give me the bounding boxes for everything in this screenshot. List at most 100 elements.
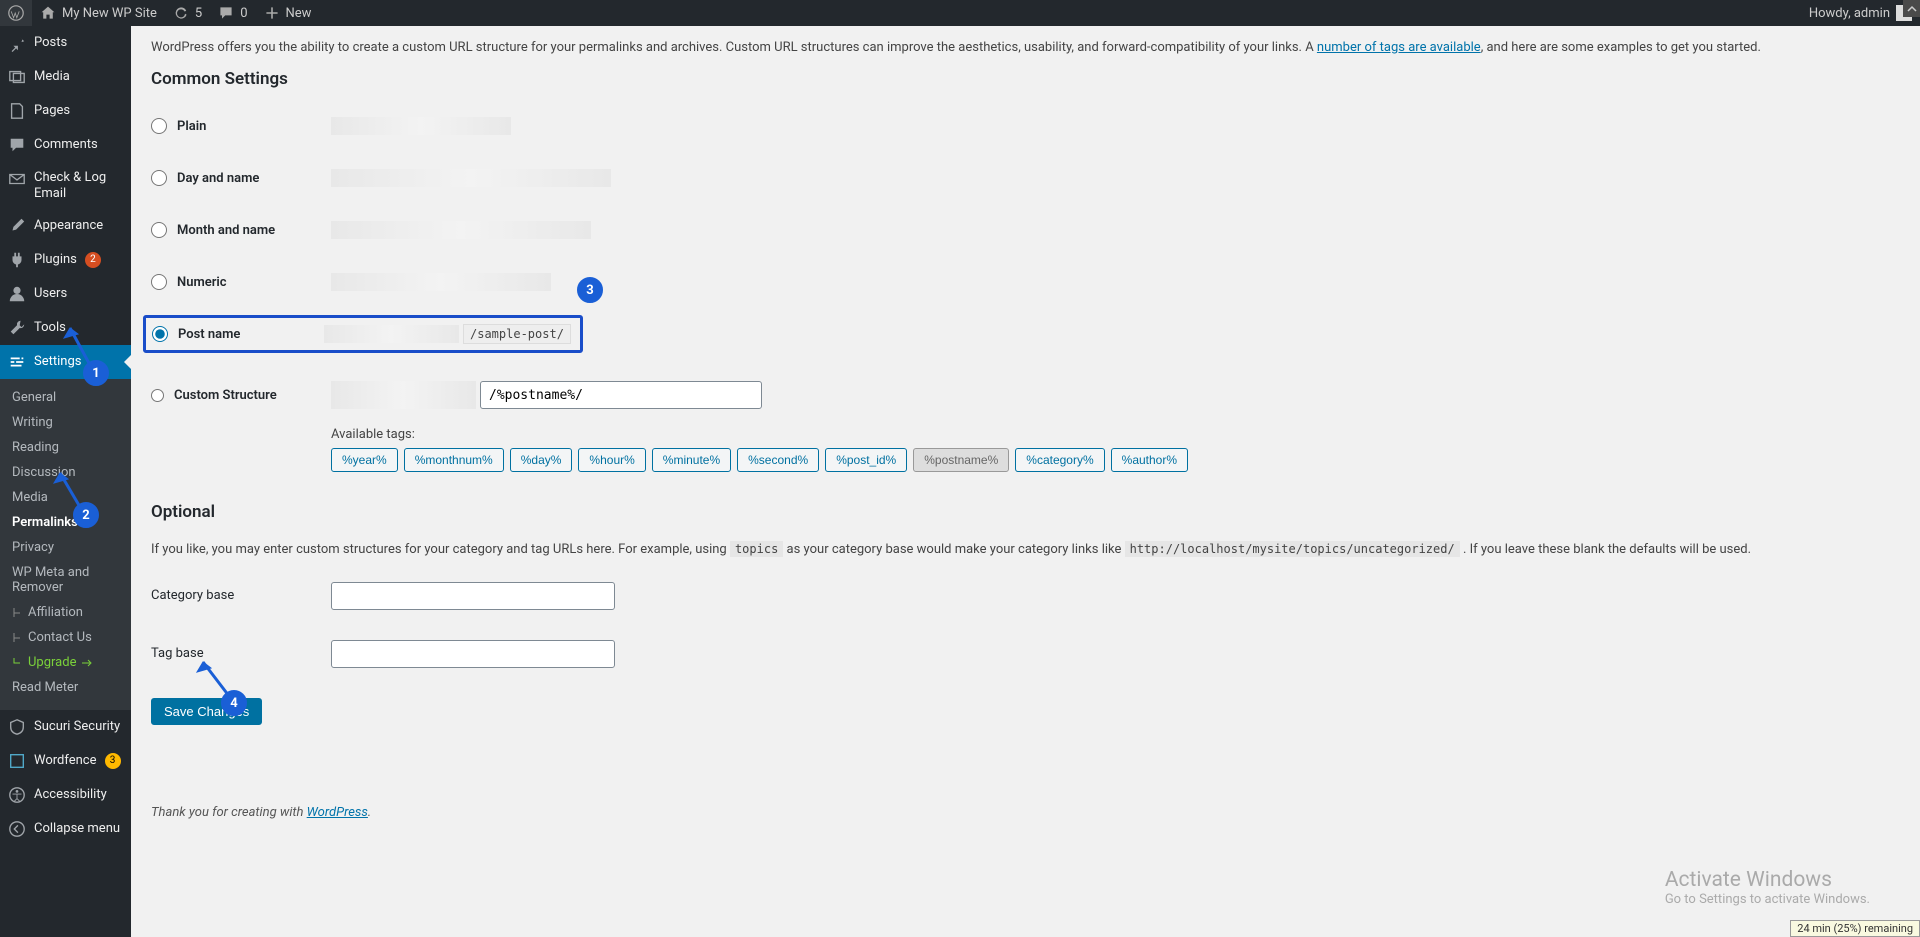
- tag-button[interactable]: %postname%: [913, 448, 1009, 472]
- tag-button[interactable]: %category%: [1015, 448, 1104, 472]
- radio-custom-input[interactable]: [151, 389, 164, 402]
- sub-wpmeta[interactable]: WP Meta and Remover: [0, 560, 131, 600]
- blurred-url: [331, 169, 611, 187]
- code-url: http://localhost/mysite/topics/uncategor…: [1125, 541, 1460, 557]
- admin-bar: My New WP Site 5 0 New Howdy, admin: [0, 0, 1920, 26]
- tag-base-input[interactable]: [331, 640, 615, 668]
- sidebar-item-media[interactable]: Media: [0, 60, 131, 94]
- sliders-icon: [8, 353, 26, 371]
- radio-plain-input[interactable]: [151, 118, 167, 134]
- blurred-url: [324, 325, 459, 343]
- plus-icon: [264, 5, 280, 21]
- intro-link[interactable]: number of tags are available: [1317, 40, 1481, 55]
- perm-option-post-name: Post name /sample-post/: [143, 315, 583, 353]
- category-base-row: Category base: [151, 582, 1900, 610]
- tree-icon: [12, 658, 22, 668]
- blurred-url: [331, 381, 476, 409]
- shield-icon: [8, 718, 26, 736]
- optional-text: If you like, you may enter custom struct…: [151, 540, 1900, 560]
- blurred-url: [331, 117, 511, 135]
- howdy-text: Howdy, admin: [1809, 6, 1890, 21]
- page-icon: [8, 102, 26, 120]
- perm-option-numeric: Numeric: [151, 263, 1900, 315]
- sidebar-item-wordfence[interactable]: Wordfence 3: [0, 744, 131, 778]
- radio-day-name-input[interactable]: [151, 170, 167, 186]
- sub-reading[interactable]: Reading: [0, 435, 131, 460]
- radio-numeric[interactable]: Numeric: [151, 274, 331, 290]
- radio-custom[interactable]: Custom Structure: [151, 388, 331, 403]
- marker-3: 3: [577, 277, 603, 303]
- radio-post-name-input[interactable]: [152, 326, 168, 342]
- tag-button[interactable]: %author%: [1111, 448, 1188, 472]
- sub-readmeter[interactable]: Read Meter: [0, 675, 131, 700]
- sidebar-item-sucuri[interactable]: Sucuri Security: [0, 710, 131, 744]
- sub-permalinks[interactable]: Permalinks: [0, 510, 131, 535]
- perm-option-month-name: Month and name: [151, 211, 1900, 263]
- updates-link[interactable]: 5: [165, 0, 210, 26]
- radio-day-name[interactable]: Day and name: [151, 170, 331, 186]
- tag-button[interactable]: %minute%: [652, 448, 731, 472]
- perm-option-custom: Custom Structure: [151, 371, 1900, 417]
- wordpress-icon: [8, 5, 24, 21]
- collapse-menu[interactable]: Collapse menu: [0, 812, 131, 846]
- category-base-input[interactable]: [331, 582, 615, 610]
- tree-icon: [12, 633, 22, 643]
- marker-4: 4: [221, 690, 247, 716]
- blurred-url: [331, 273, 551, 291]
- scroll-up-icon[interactable]: [1903, 0, 1920, 17]
- intro-text: WordPress offers you the ability to crea…: [151, 40, 1900, 55]
- radio-post-name[interactable]: Post name: [152, 326, 324, 342]
- brush-icon: [8, 217, 26, 235]
- footer-text: Thank you for creating with WordPress.: [151, 805, 1900, 820]
- sidebar-item-pages[interactable]: Pages: [0, 94, 131, 128]
- sub-general[interactable]: General: [0, 385, 131, 410]
- wp-logo[interactable]: [0, 0, 32, 26]
- tag-button[interactable]: %day%: [510, 448, 573, 472]
- tag-button[interactable]: %year%: [331, 448, 398, 472]
- radio-numeric-input[interactable]: [151, 274, 167, 290]
- plug-icon: [8, 251, 26, 269]
- accessibility-icon: [8, 786, 26, 804]
- radio-month-name-input[interactable]: [151, 222, 167, 238]
- sub-affiliation[interactable]: Affiliation: [0, 600, 131, 625]
- sidebar-item-comments[interactable]: Comments: [0, 128, 131, 162]
- sidebar-item-accessibility[interactable]: Accessibility: [0, 778, 131, 812]
- sidebar-item-appearance[interactable]: Appearance: [0, 209, 131, 243]
- sub-privacy[interactable]: Privacy: [0, 535, 131, 560]
- blurred-url: [331, 221, 591, 239]
- custom-structure-input[interactable]: [480, 381, 762, 409]
- site-name-link[interactable]: My New WP Site: [32, 0, 165, 26]
- sidebar-item-posts[interactable]: Posts: [0, 26, 131, 60]
- pin-icon: [8, 34, 26, 52]
- sidebar-item-plugins[interactable]: Plugins 2: [0, 243, 131, 277]
- footer-link[interactable]: WordPress: [307, 805, 368, 820]
- sidebar-item-check-email[interactable]: Check & Log Email: [0, 162, 131, 209]
- sub-contact[interactable]: Contact Us: [0, 625, 131, 650]
- wrench-icon: [8, 319, 26, 337]
- sidebar-item-users[interactable]: Users: [0, 277, 131, 311]
- radio-month-name[interactable]: Month and name: [151, 222, 331, 238]
- plugins-badge: 2: [85, 252, 101, 268]
- radio-plain[interactable]: Plain: [151, 118, 331, 134]
- tag-buttons-row: %year%%monthnum%%day%%hour% %minute%%seco…: [331, 448, 1900, 472]
- new-link[interactable]: New: [256, 0, 320, 26]
- category-base-label: Category base: [151, 588, 331, 603]
- tag-base-row: Tag base: [151, 640, 1900, 668]
- optional-heading: Optional: [151, 502, 1900, 522]
- tree-icon: [12, 608, 22, 618]
- battery-tooltip: 24 min (25%) remaining: [1790, 920, 1920, 937]
- updates-count: 5: [195, 6, 202, 21]
- tag-button[interactable]: %second%: [737, 448, 819, 472]
- tag-button[interactable]: %hour%: [578, 448, 645, 472]
- marker-2: 2: [73, 502, 99, 528]
- refresh-icon: [173, 5, 189, 21]
- code-topics: topics: [730, 541, 783, 557]
- marker-1: 1: [83, 360, 109, 386]
- tag-button[interactable]: %monthnum%: [404, 448, 504, 472]
- wordfence-badge: 3: [105, 753, 121, 769]
- wordfence-icon: [8, 752, 26, 770]
- sub-writing[interactable]: Writing: [0, 410, 131, 435]
- sub-upgrade[interactable]: Upgrade: [0, 650, 131, 675]
- tag-button[interactable]: %post_id%: [825, 448, 907, 472]
- comments-link[interactable]: 0: [210, 0, 255, 26]
